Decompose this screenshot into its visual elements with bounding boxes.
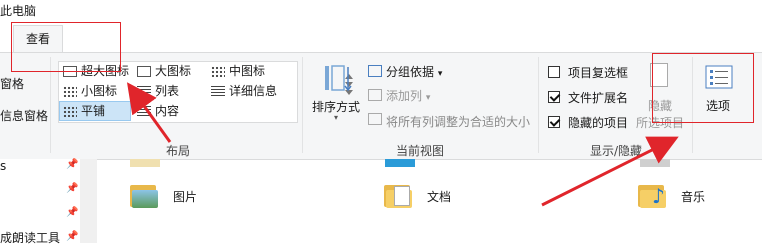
annotation-arrows — [126, 82, 679, 207]
